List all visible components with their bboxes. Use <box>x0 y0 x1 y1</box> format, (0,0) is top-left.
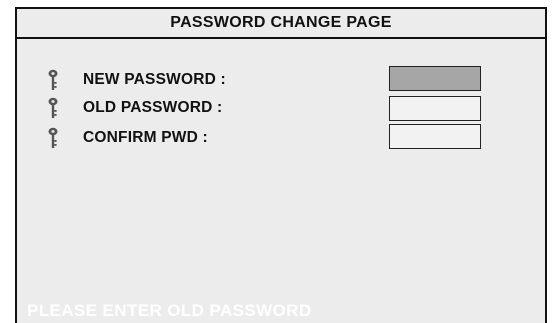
old-password-field[interactable] <box>389 96 481 121</box>
password-change-window: PASSWORD CHANGE PAGE NEW PASSWORD : OLD … <box>15 7 547 323</box>
new-password-field[interactable] <box>389 66 481 91</box>
confirm-pwd-label: CONFIRM PWD : <box>83 129 208 146</box>
confirm-pwd-field[interactable] <box>389 124 481 149</box>
key-icon <box>48 127 58 148</box>
old-password-row: OLD PASSWORD : <box>47 97 222 119</box>
key-icon <box>48 97 58 118</box>
confirm-pwd-row: CONFIRM PWD : <box>47 127 208 149</box>
new-password-label: NEW PASSWORD : <box>83 71 226 88</box>
new-password-row: NEW PASSWORD : <box>47 69 226 91</box>
key-icon <box>48 69 58 90</box>
status-message: PLEASE ENTER OLD PASSWORD <box>27 301 312 320</box>
old-password-label: OLD PASSWORD : <box>83 99 223 116</box>
page-title: PASSWORD CHANGE PAGE <box>17 9 545 39</box>
